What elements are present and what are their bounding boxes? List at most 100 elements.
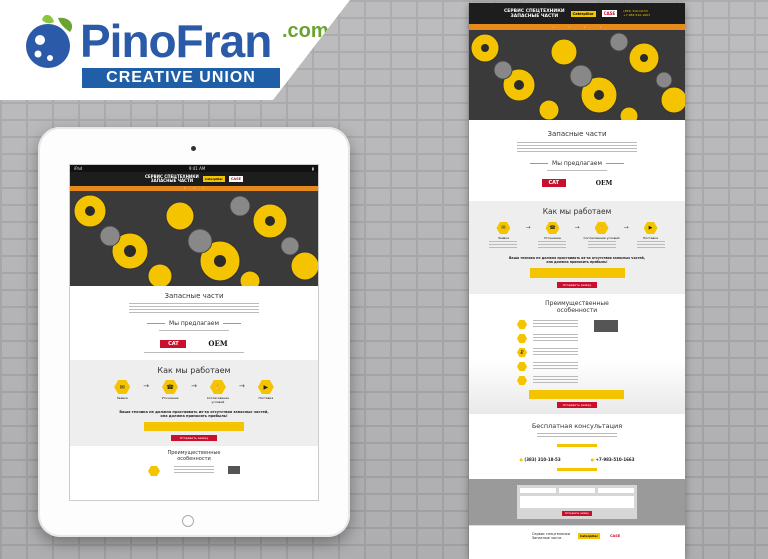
name-field[interactable] [520,488,556,493]
tablet-screen: iPad 9:41 AM ▮ СЕРВИС СПЕЦТЕХНИКИ ЗАПАСН… [69,164,319,501]
phone-field[interactable] [559,488,595,493]
tablet-offer-title: Мы предлагаем [70,320,318,327]
phone-icon: ● [519,457,524,462]
email-field[interactable] [598,488,634,493]
page-consult-section: Бесплатная консультация ● (383) 310-18-5… [469,414,685,471]
request-icon: ✉ [496,222,511,234]
page-form-submit-button[interactable]: Отправить заявку [562,511,592,516]
truck-icon [228,466,240,474]
battery-icon: ▮ [311,166,314,171]
page-header-title: СЕРВИС СПЕЦТЕХНИКИ ЗАПАСНЫЕ ЧАСТИ [504,8,565,19]
message-field[interactable] [520,496,634,508]
page-send-button-2[interactable]: Отправить заявку [557,402,597,408]
page-advantages-texts [533,320,578,385]
tablet-cat-logo: CAT [160,339,187,348]
tablet-step: ✋ Согласование условий [203,380,233,404]
tablet-brand-badge: Caterpillar [202,176,225,182]
tablet-parts-section: Запасные части Мы предлагаем CAT OEM [70,286,318,355]
advantage-text [174,466,214,474]
page-yellow-banner [529,268,625,278]
truck-icon: ▶ [257,380,274,394]
page-phone-1[interactable]: ● (383) 310-18-53 [520,457,561,462]
arrow-icon: → [574,224,580,231]
phone-icon: ● [590,457,595,462]
page-site-header: СЕРВИС СПЕЦТЕХНИКИ ЗАПАСНЫЕ ЧАСТИ Caterp… [469,3,685,24]
page-header-right: CASE [601,10,618,17]
page-form-section: Отправить заявку [469,479,685,525]
page-advantages-list: ₽ [517,320,685,385]
tablet-logos-caption [144,352,244,355]
page-footer-brand-badge: Caterpillar [578,532,600,539]
logo-tagline: CREATIVE UNION [82,68,280,88]
advantage-icon [517,334,527,343]
tablet-step: ✉ Заявка [107,380,137,400]
page-consult-text [537,433,617,439]
handshake-icon: ✋ [594,222,609,234]
tablet-step: ▶ Поставка [251,380,281,400]
tablet-site-header: СЕРВИС СПЕЦТЕХНИКИ ЗАПАСНЫЕ ЧАСТИ Caterp… [70,172,318,186]
status-left: iPad [74,166,83,171]
page-consult-title: Бесплатная консультация [531,422,623,430]
arrow-icon: → [238,382,245,390]
page-case-badge: CASE [601,10,618,17]
page-contact-form: Отправить заявку [517,485,637,519]
tablet-advantages-section: Преимущественные особенности [70,446,318,476]
page-header-phones: (383) 310-18-53 +7-983-510-1663 [623,9,650,17]
page-consult-highlight-2 [557,468,597,471]
page-footer: Сервис спецтехники Запасные части Caterp… [469,525,685,545]
request-icon: ✉ [114,380,131,394]
advantage-icon [148,466,160,476]
truck-icon: ▶ [643,222,658,234]
tablet-device: iPad 9:41 AM ▮ СЕРВИС СПЕЦТЕХНИКИ ЗАПАСН… [38,127,350,537]
page-offer-text [547,170,607,173]
arrow-icon: → [143,382,150,390]
page-advantages-section: Преимущественные особенности ₽ Отправить… [469,294,685,414]
tablet-yellow-banner [144,422,244,431]
tablet-question: Ваша техника не должна простаивать из-за… [119,410,269,418]
ruble-icon: ₽ [517,348,527,357]
page-how-section: Как мы работаем ✉ Заявка → ☎ Уточнение →… [469,201,685,294]
tablet-status-bar: iPad 9:41 AM ▮ [70,165,318,172]
page-phones: ● (383) 310-18-53 ● +7-983-510-1663 [469,457,685,462]
arrow-icon: → [623,224,629,231]
handshake-icon: ✋ [209,380,226,394]
tablet-hero-image [70,191,318,286]
status-time: 9:41 AM [188,166,206,171]
page-how-title: Как мы работаем [542,207,612,216]
page-phone-2[interactable]: ● +7-983-510-1663 [591,457,635,462]
tablet-header-title: СЕРВИС СПЕЦТЕХНИКИ ЗАПАСНЫЕ ЧАСТИ [144,174,199,183]
page-step: ✉ Заявка [485,222,521,248]
page-step: ✋ Согласование условий [584,222,620,248]
tablet-parts-text [129,303,259,315]
tablet-parts-title: Запасные части [164,292,224,300]
arrow-icon: → [191,382,197,390]
page-parts-title: Запасные части [547,130,607,138]
page-send-button[interactable]: Отправить заявку [557,282,597,288]
logo-mark-icon [26,14,73,68]
truck-icon [594,320,618,332]
tablet-oem-logo: OEM [208,339,228,348]
logo-name: PinoFran [80,15,272,67]
tablet-advantages-title: Преимущественные особенности [167,450,221,462]
tablet-brand-logos: CAT OEM [70,339,318,348]
page-steps: ✉ Заявка → ☎ Уточнение → ✋ Согласование … [469,222,685,248]
tablet-send-button[interactable]: Отправить заявку [171,435,217,441]
page-brand-badge: Caterpillar [570,10,596,17]
tablet-home-button[interactable] [182,515,194,527]
phone-icon: ☎ [162,380,179,394]
page-offer-title: Мы предлагаем [469,160,685,167]
tablet-advantages-icons [70,466,318,476]
advantage-icon [517,362,527,371]
landing-page-full: СЕРВИС СПЕЦТЕХНИКИ ЗАПАСНЫЕ ЧАСТИ Caterp… [469,3,685,559]
page-hero-image [469,30,685,120]
page-advantages-title: Преимущественные особенности [545,300,609,314]
tablet-camera [191,146,196,151]
tablet-step: ☎ Уточнение [155,380,185,400]
page-parts-text [517,142,637,154]
tablet-how-section: Как мы работаем ✉ Заявка → ☎ Уточнение →… [70,360,318,446]
page-yellow-banner-2 [529,390,624,399]
page-question: Ваша техника не должна простаивать из-за… [509,256,645,264]
page-step: ☎ Уточнение [534,222,570,248]
page-parts-section: Запасные части Мы предлагаем CAT OEM [469,120,685,187]
advantage-icon [517,320,527,329]
